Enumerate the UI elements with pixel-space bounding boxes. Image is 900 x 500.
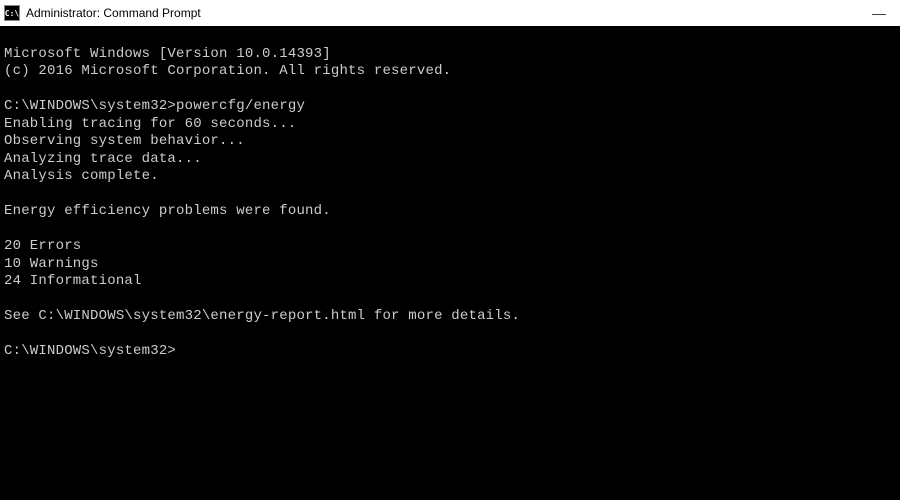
minimize-button[interactable]: — bbox=[870, 4, 888, 22]
os-version-line: Microsoft Windows [Version 10.0.14393] bbox=[4, 46, 331, 62]
terminal-output[interactable]: Microsoft Windows [Version 10.0.14393] (… bbox=[0, 26, 900, 363]
output-complete: Analysis complete. bbox=[4, 168, 159, 184]
output-warnings-count: 10 Warnings bbox=[4, 256, 99, 272]
cmd-icon: C:\ bbox=[4, 5, 20, 21]
output-observing: Observing system behavior... bbox=[4, 133, 245, 149]
prompt-path: C:\WINDOWS\system32> bbox=[4, 98, 176, 114]
window-controls: — bbox=[870, 4, 896, 22]
output-problems-found: Energy efficiency problems were found. bbox=[4, 203, 331, 219]
output-enabling: Enabling tracing for 60 seconds... bbox=[4, 116, 296, 132]
command-entered: powercfg/energy bbox=[176, 98, 305, 114]
title-bar[interactable]: C:\ Administrator: Command Prompt — bbox=[0, 0, 900, 26]
copyright-line: (c) 2016 Microsoft Corporation. All righ… bbox=[4, 63, 451, 79]
output-errors-count: 20 Errors bbox=[4, 238, 81, 254]
window-title: Administrator: Command Prompt bbox=[26, 6, 870, 20]
current-prompt: C:\WINDOWS\system32> bbox=[4, 343, 176, 359]
output-analyzing: Analyzing trace data... bbox=[4, 151, 202, 167]
output-report-location: See C:\WINDOWS\system32\energy-report.ht… bbox=[4, 308, 520, 324]
output-informational-count: 24 Informational bbox=[4, 273, 142, 289]
